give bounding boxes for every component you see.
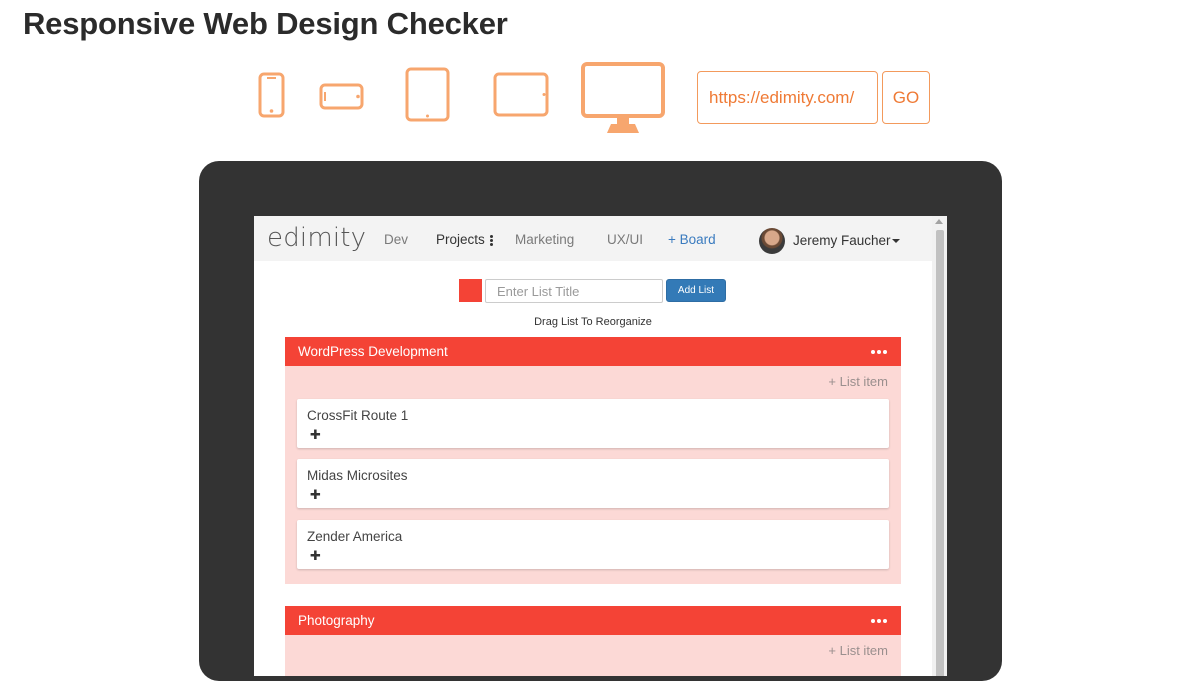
avatar[interactable] xyxy=(759,228,785,254)
card-title: Midas Microsites xyxy=(307,468,408,483)
list-card[interactable]: Midas Microsites ✚ xyxy=(297,459,889,508)
desktop-monitor-icon[interactable] xyxy=(581,62,665,134)
list-card[interactable]: CrossFit Route 1 ✚ xyxy=(297,399,889,448)
list-color-picker[interactable] xyxy=(459,279,482,302)
card-title: Zender America xyxy=(307,529,403,544)
add-list-item-link[interactable]: + List item xyxy=(828,374,888,389)
plus-icon[interactable]: ✚ xyxy=(310,549,321,562)
list-panel: WordPress Development + List item CrossF… xyxy=(285,337,901,584)
add-board-link[interactable]: + Board xyxy=(668,232,716,247)
app-navbar: edimity Dev Projects Marketing UX/UI + B… xyxy=(254,216,932,261)
url-input[interactable]: https://edimity.com/ xyxy=(697,71,878,124)
phone-portrait-icon[interactable] xyxy=(258,72,285,118)
list-title: WordPress Development xyxy=(298,344,448,359)
tablet-portrait-icon[interactable] xyxy=(405,67,450,122)
nav-item-ux-ui[interactable]: UX/UI xyxy=(607,232,643,247)
nav-item-dev[interactable]: Dev xyxy=(384,232,408,247)
list-header[interactable]: Photography xyxy=(285,606,901,635)
app-logo[interactable]: edimity xyxy=(267,223,366,253)
drag-hint: Drag List To Reorganize xyxy=(534,316,652,328)
phone-landscape-icon[interactable] xyxy=(319,83,364,110)
list-title-input[interactable] xyxy=(485,279,663,303)
caret-down-icon xyxy=(891,239,900,244)
add-list-item-link[interactable]: + List item xyxy=(828,643,888,658)
list-card[interactable]: Zender America ✚ xyxy=(297,520,889,569)
list-panel: Photography + List item xyxy=(285,606,901,676)
page-title: Responsive Web Design Checker xyxy=(23,6,508,41)
more-options-icon[interactable] xyxy=(871,619,887,623)
scrollbar-thumb[interactable] xyxy=(936,230,944,676)
plus-icon[interactable]: ✚ xyxy=(310,488,321,501)
add-list-button[interactable]: Add List xyxy=(666,279,726,302)
plus-icon[interactable]: ✚ xyxy=(310,428,321,441)
user-menu[interactable]: Jeremy Faucher xyxy=(793,233,900,248)
tablet-landscape-icon[interactable] xyxy=(493,72,549,117)
user-name: Jeremy Faucher xyxy=(793,233,891,248)
card-title: CrossFit Route 1 xyxy=(307,408,409,423)
nav-item-projects[interactable]: Projects xyxy=(436,232,493,247)
list-title: Photography xyxy=(298,613,375,628)
more-options-icon[interactable] xyxy=(871,350,887,354)
go-button[interactable]: GO xyxy=(882,71,930,124)
nav-item-marketing[interactable]: Marketing xyxy=(515,232,574,247)
scrollbar[interactable] xyxy=(932,216,947,676)
scroll-up-arrow-icon[interactable] xyxy=(935,219,943,224)
nav-item-projects-label: Projects xyxy=(436,232,485,247)
list-header[interactable]: WordPress Development xyxy=(285,337,901,366)
kebab-menu-icon xyxy=(489,234,493,247)
preview-screen: edimity Dev Projects Marketing UX/UI + B… xyxy=(254,216,947,676)
